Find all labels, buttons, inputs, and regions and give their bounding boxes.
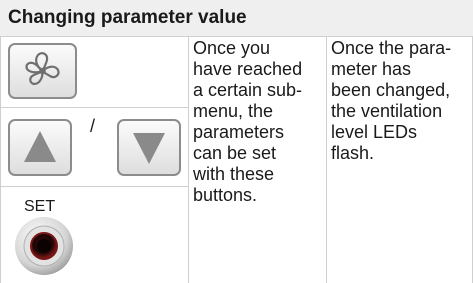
up-triangle-icon (24, 131, 56, 162)
row-divider (0, 107, 188, 108)
down-triangle-icon (133, 133, 165, 164)
text-line: a certain sub- (193, 80, 303, 100)
set-label: SET (24, 198, 56, 215)
text-line: can be set (193, 143, 277, 163)
text-line: Once the para- (331, 38, 452, 58)
text-line: with these (193, 164, 275, 184)
result-text: Once the para- meter has been changed, t… (331, 38, 451, 164)
up-button[interactable] (8, 119, 72, 176)
text-line: Once you (193, 38, 271, 58)
set-button[interactable] (11, 215, 77, 277)
row-divider (0, 186, 188, 187)
text-line: flash. (331, 143, 375, 163)
text-line: meter has (331, 59, 412, 79)
column-divider (0, 36, 1, 283)
fan-button[interactable] (8, 43, 77, 99)
table-header: Changing parameter value (0, 0, 473, 37)
text-line: buttons. (193, 185, 258, 205)
column-divider (188, 36, 189, 283)
description-text: Once you have reached a certain sub- men… (193, 38, 302, 206)
column-divider (326, 36, 327, 283)
fan-icon (25, 52, 60, 86)
text-line: been changed, (331, 80, 451, 100)
parameter-table: Changing parameter value / SET Once you … (0, 0, 473, 283)
table-title: Changing parameter value (8, 7, 247, 28)
text-line: the ventilation (331, 101, 443, 121)
text-line: have reached (193, 59, 303, 79)
down-button[interactable] (117, 119, 181, 176)
text-line: parameters (193, 122, 285, 142)
text-line: menu, the (193, 101, 274, 121)
text-line: level LEDs (331, 122, 418, 142)
separator-slash: / (90, 116, 96, 136)
